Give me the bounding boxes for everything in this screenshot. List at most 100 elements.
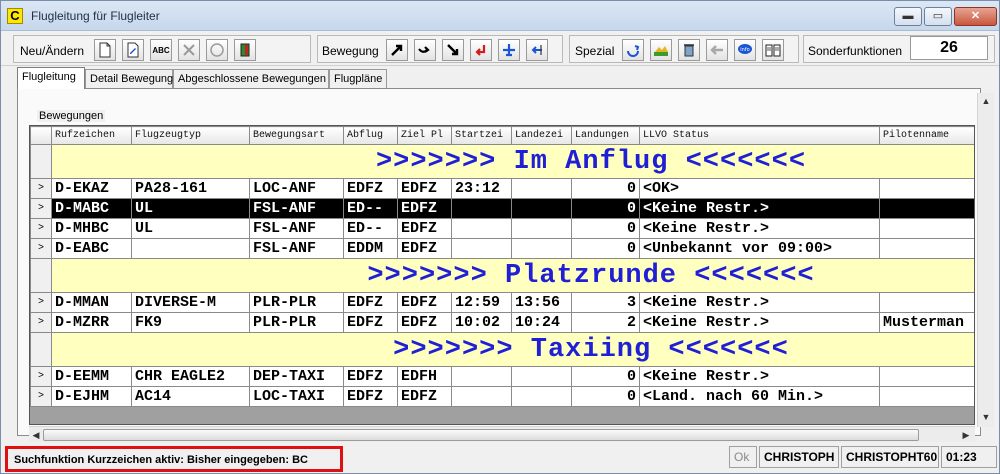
pilotenname-cell[interactable]	[879, 292, 974, 313]
ziel-cell[interactable]: EDFZ	[397, 198, 452, 219]
landungen-cell[interactable]: 0	[571, 218, 640, 239]
abflug-cell[interactable]: EDFZ	[343, 178, 398, 199]
scroll-right-arrow-icon[interactable]: ▶	[959, 427, 973, 443]
column-header[interactable]: Landezei	[511, 126, 572, 145]
landungen-cell[interactable]: 2	[571, 312, 640, 333]
row-indicator[interactable]: >	[30, 292, 52, 313]
bewegungsart-cell[interactable]: DEP-TAXI	[249, 366, 344, 387]
book-button[interactable]	[762, 39, 784, 61]
touch-go-button[interactable]	[414, 39, 436, 61]
abflug-cell[interactable]: ED--	[343, 198, 398, 219]
number-button[interactable]	[206, 39, 228, 61]
abflug-cell[interactable]: EDFZ	[343, 292, 398, 313]
rufzeichen-cell[interactable]: D-EEMM	[51, 366, 132, 387]
pilotenname-cell[interactable]	[879, 366, 974, 387]
llvo-status-cell[interactable]: <Land. nach 60 Min.>	[639, 386, 880, 407]
startzeit-cell[interactable]	[451, 238, 512, 259]
landezeit-cell[interactable]	[511, 218, 572, 239]
startzeit-cell[interactable]	[451, 366, 512, 387]
rufzeichen-cell[interactable]: D-MZRR	[51, 312, 132, 333]
pilotenname-cell[interactable]: Musterman	[879, 312, 974, 333]
rufzeichen-cell[interactable]: D-EKAZ	[51, 178, 132, 199]
landungen-cell[interactable]: 3	[571, 292, 640, 313]
llvo-status-cell[interactable]: <Keine Restr.>	[639, 218, 880, 239]
landungen-cell[interactable]: 0	[571, 198, 640, 219]
bewegungsart-cell[interactable]: PLR-PLR	[249, 292, 344, 313]
tab-flugleitung[interactable]: Flugleitung	[17, 67, 85, 89]
startzeit-cell[interactable]	[451, 198, 512, 219]
edit-document-button[interactable]	[122, 39, 144, 61]
table-row[interactable]: > D-MZRR FK9 PLR-PLR EDFZ EDFZ 10:02 10:24 2 <Kei…	[30, 312, 974, 333]
column-header[interactable]: Ziel Pl	[397, 126, 452, 145]
bewegungsart-cell[interactable]: FSL-ANF	[249, 218, 344, 239]
flugzeugtyp-cell[interactable]: DIVERSE-M	[131, 292, 250, 313]
abflug-cell[interactable]: EDFZ	[343, 312, 398, 333]
refresh-button[interactable]	[622, 39, 644, 61]
row-indicator[interactable]: >	[30, 198, 52, 219]
startzeit-cell[interactable]: 23:12	[451, 178, 512, 199]
scroll-down-arrow-icon[interactable]: ▼	[978, 409, 994, 425]
bewegungsart-cell[interactable]: PLR-PLR	[249, 312, 344, 333]
close-button[interactable]: ✕	[954, 7, 997, 26]
vertical-scrollbar[interactable]: ▲ ▼	[977, 93, 994, 427]
flugzeugtyp-cell[interactable]: FK9	[131, 312, 250, 333]
takeoff-button[interactable]	[386, 39, 408, 61]
pilotenname-cell[interactable]	[879, 178, 974, 199]
startzeit-cell[interactable]	[451, 386, 512, 407]
tab-abgeschlossene-bewegungen[interactable]: Abgeschlossene Bewegungen	[173, 69, 329, 89]
landungen-cell[interactable]: 0	[571, 366, 640, 387]
back-arrival-button[interactable]	[526, 39, 548, 61]
llvo-status-cell[interactable]: <Keine Restr.>	[639, 292, 880, 313]
tab-detail-bewegung[interactable]: Detail Bewegung	[85, 69, 173, 89]
landungen-cell[interactable]: 0	[571, 386, 640, 407]
flugzeugtyp-cell[interactable]: UL	[131, 218, 250, 239]
abflug-cell[interactable]: EDFZ	[343, 386, 398, 407]
bewegungsart-cell[interactable]: FSL-ANF	[249, 198, 344, 219]
landezeit-cell[interactable]: 10:24	[511, 312, 572, 333]
info-button[interactable]: info	[734, 39, 756, 61]
landezeit-cell[interactable]	[511, 238, 572, 259]
scroll-left-arrow-icon[interactable]: ◀	[29, 427, 43, 443]
pilotenname-cell[interactable]	[879, 386, 974, 407]
landezeit-cell[interactable]	[511, 386, 572, 407]
row-indicator[interactable]: >	[30, 386, 52, 407]
rufzeichen-cell[interactable]: D-EABC	[51, 238, 132, 259]
table-row[interactable]: > D-EJHM AC14 LOC-TAXI EDFZ EDFZ 0 <Land. nach …	[30, 386, 974, 407]
return-button[interactable]	[470, 39, 492, 61]
abflug-cell[interactable]: ED--	[343, 218, 398, 239]
ziel-cell[interactable]: EDFZ	[397, 292, 452, 313]
table-row[interactable]: > D-MABC UL FSL-ANF ED-- EDFZ 0 <Keine Restr.>	[30, 198, 974, 219]
row-indicator[interactable]: >	[30, 218, 52, 239]
pilotenname-cell[interactable]	[879, 198, 974, 219]
ziel-cell[interactable]: EDFZ	[397, 178, 452, 199]
column-header[interactable]: LLVO Status	[639, 126, 880, 145]
column-header[interactable]: Pilotenname	[879, 126, 974, 145]
table-row[interactable]: > D-MMAN DIVERSE-M PLR-PLR EDFZ EDFZ 12:59 13:5…	[30, 292, 974, 313]
back-button[interactable]	[706, 39, 728, 61]
row-indicator[interactable]: >	[30, 238, 52, 259]
table-row[interactable]: > D-MHBC UL FSL-ANF ED-- EDFZ 0 <Keine Restr.>	[30, 218, 974, 239]
exit-button[interactable]	[234, 39, 256, 61]
startzeit-cell[interactable]	[451, 218, 512, 239]
delete-button[interactable]	[178, 39, 200, 61]
landezeit-cell[interactable]	[511, 198, 572, 219]
startzeit-cell[interactable]: 12:59	[451, 292, 512, 313]
minimize-button[interactable]: ▬	[894, 7, 922, 26]
landezeit-cell[interactable]: 13:56	[511, 292, 572, 313]
column-header[interactable]: Bewegungsart	[249, 126, 344, 145]
pilotenname-cell[interactable]	[879, 238, 974, 259]
landezeit-cell[interactable]	[511, 178, 572, 199]
rufzeichen-cell[interactable]: D-MMAN	[51, 292, 132, 313]
llvo-status-cell[interactable]: <Unbekannt vor 09:00>	[639, 238, 880, 259]
flugzeugtyp-cell[interactable]: PA28-161	[131, 178, 250, 199]
row-indicator[interactable]: >	[30, 312, 52, 333]
column-header[interactable]: Flugzeugtyp	[131, 126, 250, 145]
bewegungsart-cell[interactable]: LOC-ANF	[249, 178, 344, 199]
llvo-status-cell[interactable]: <Keine Restr.>	[639, 312, 880, 333]
horizontal-scroll-thumb[interactable]	[43, 429, 919, 441]
llvo-status-cell[interactable]: <Keine Restr.>	[639, 366, 880, 387]
llvo-status-cell[interactable]: <Keine Restr.>	[639, 198, 880, 219]
plane-button[interactable]	[498, 39, 520, 61]
flugzeugtyp-cell[interactable]	[131, 238, 250, 259]
ziel-cell[interactable]: EDFZ	[397, 312, 452, 333]
